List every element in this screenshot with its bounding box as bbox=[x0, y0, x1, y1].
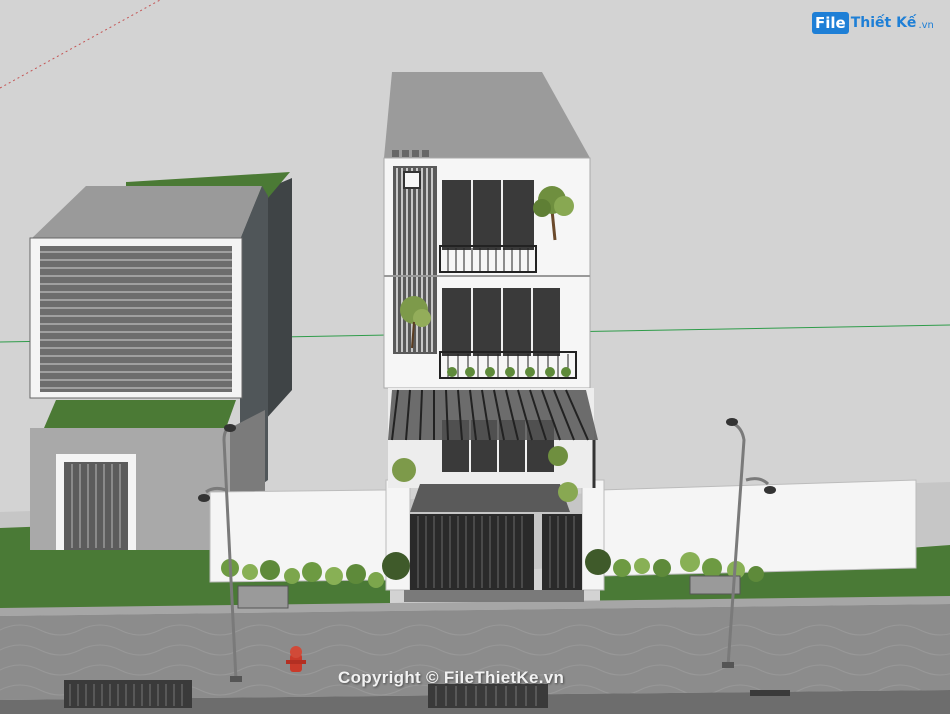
courtyard-floor bbox=[410, 484, 570, 512]
architecture-scene bbox=[0, 0, 950, 714]
logo-tld: .vn bbox=[918, 19, 934, 31]
driveway-step bbox=[404, 590, 584, 602]
vertical-slat-panel bbox=[393, 166, 437, 354]
main-gate bbox=[410, 514, 534, 590]
planter-box-left bbox=[237, 585, 289, 609]
side-gate bbox=[542, 514, 582, 590]
logo-name: Thiết Kế bbox=[850, 15, 917, 31]
window-third-floor bbox=[442, 180, 534, 250]
neighbor-door-slats bbox=[71, 464, 121, 548]
neighbor-lower-roof-garden bbox=[44, 400, 236, 428]
copyright-watermark: Copyright © FileThietKe.vn bbox=[338, 668, 565, 687]
logo-box: File bbox=[812, 12, 849, 34]
site-logo: File Thiết Kế .vn bbox=[812, 12, 934, 34]
small-window-top bbox=[403, 171, 421, 189]
drain-grate-left bbox=[64, 680, 192, 708]
drain-slot-right bbox=[750, 690, 790, 696]
